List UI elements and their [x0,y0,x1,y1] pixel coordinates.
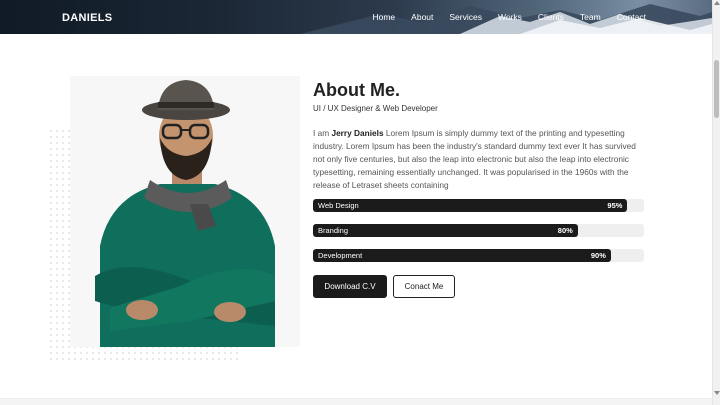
download-cv-button[interactable]: Download C.V [313,275,387,298]
skill-fill: Development 90% [313,249,611,262]
nav-works[interactable]: Works [498,12,522,22]
skill-label: Branding [318,226,349,235]
navbar: DANIELS Home About Services Works Client… [0,0,712,34]
brand-logo[interactable]: DANIELS [62,12,112,24]
skill-bar-web-design: Web Design 95% [313,199,644,212]
scrollbar[interactable] [712,0,720,405]
nav-team[interactable]: Team [580,12,601,22]
skill-bar-branding: Branding 80% [313,224,644,237]
skill-percent: 90% [590,251,606,260]
skills-list: Web Design 95% Branding 80% Development … [313,199,644,274]
skill-percent: 80% [557,226,573,235]
person-illustration [95,80,275,347]
nav-home[interactable]: Home [372,12,395,22]
scroll-down-icon[interactable] [714,391,720,395]
nav-services[interactable]: Services [449,12,482,22]
scroll-thumb[interactable] [714,60,719,118]
nav-clients[interactable]: Clients [538,12,564,22]
about-section: About Me. UI / UX Designer & Web Develop… [313,80,643,192]
skill-label: Web Design [318,201,359,210]
profile-photo [70,76,300,347]
skill-label: Development [318,251,363,260]
page-title: About Me. [313,80,400,100]
skill-fill: Web Design 95% [313,199,628,212]
scroll-up-icon[interactable] [714,1,720,5]
bio-text: I am Jerry Daniels Lorem Ipsum is simply… [313,128,636,190]
nav-contact[interactable]: Contact [617,12,646,22]
skill-fill: Branding 80% [313,224,578,237]
main-nav: Home About Services Works Clients Team C… [356,12,646,22]
nav-about[interactable]: About [411,12,433,22]
bio-name: Jerry Daniels [331,128,384,138]
next-section-edge [0,398,712,405]
skill-bar-development: Development 90% [313,249,644,262]
contact-me-button[interactable]: Conact Me [393,275,455,298]
subtitle: UI / UX Designer & Web Developer [313,104,438,113]
skill-percent: 95% [607,201,623,210]
